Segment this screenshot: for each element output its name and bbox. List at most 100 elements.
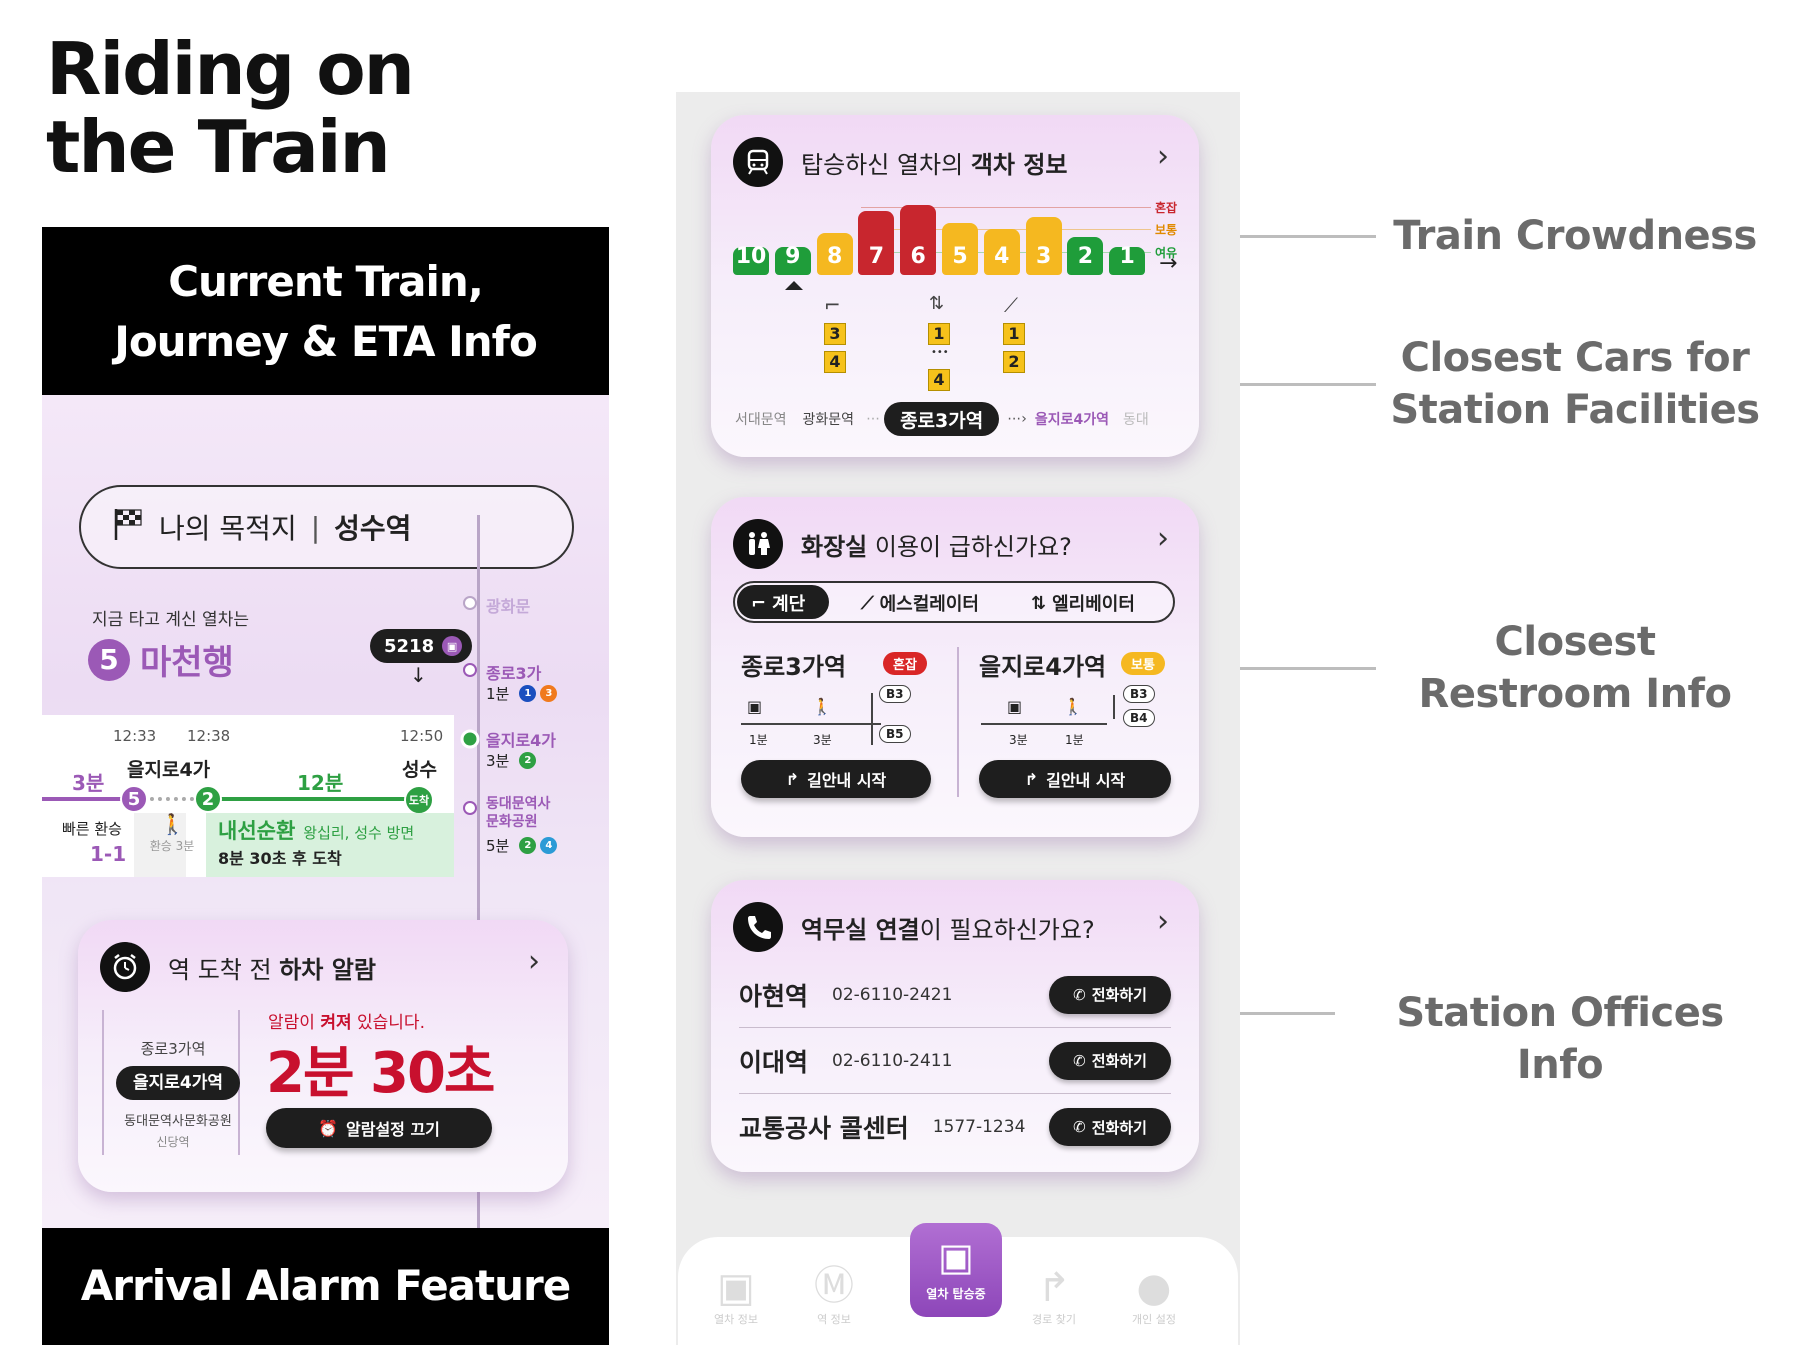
callout-restroom: Closest Restroom Info [1418,619,1732,717]
train-floor-badge: B5 [879,725,911,743]
walk-icon: 🚶 [812,697,832,716]
station-name: 동대문역사 문화공원 [486,796,551,830]
chevron-right-icon[interactable]: › [1157,139,1169,174]
alarm-clock-icon [100,942,150,992]
tab-station-info[interactable]: Ⓜ 역 정보 [794,1253,874,1327]
elevator-icon: ⇅ [1031,592,1047,614]
line2-badge: 2 [519,837,537,854]
tab-elevator[interactable]: ⇅ 엘리베이터 [1031,583,1135,623]
destination-field[interactable]: 나의 목적지 | 성수역 [79,485,574,569]
alarm-countdown: 2분 30초 [266,1041,495,1106]
metro-icon: Ⓜ [814,1263,854,1309]
phone-icon: ✆ [1073,1051,1086,1070]
train-icon: ▣ [1007,697,1023,716]
chevron-right-icon[interactable]: › [528,944,540,979]
station-strip: 서대문역 광화문역 ⋯ 종로3가역 ⋯› 을지로4가역 동대 [735,401,1175,437]
line3-badge: 3 [540,685,558,702]
arrival-node: 도착 [404,785,434,815]
arrival-alarm-card: 역 도착 전 하차 알람 › 종로3가역 을지로4가역 동대문역사문화공원 신당… [78,920,568,1192]
section-band-journey: Current Train, Journey & ETA Info [42,227,609,395]
call-button[interactable]: ✆ 전화하기 [1049,975,1171,1014]
station-name: 종로3가 [486,664,542,683]
alarm-off-button[interactable]: ⏰ 알람설정 끄기 [266,1108,492,1148]
current-train-label: 지금 타고 계신 열차는 [92,610,249,630]
train-icon [733,137,783,187]
chevron-right-icon[interactable]: › [1157,904,1169,939]
person-icon: ● [1136,1265,1172,1311]
navigate-start-button[interactable]: ↱ 길안내 시작 [741,760,931,798]
alarm-icon: ⏰ [318,1118,339,1138]
navigate-start-button[interactable]: ↱ 길안내 시작 [979,760,1171,798]
line2-segment [204,797,414,801]
train-car-9: 9 [774,244,811,275]
phone-icon: ✆ [1073,985,1086,1004]
restroom-icon [733,519,783,569]
line5-node: 5 [120,785,148,813]
restroom-floor-badge: B3 [1123,685,1155,703]
journey-panel: 나의 목적지 | 성수역 지금 타고 계신 열차는 5 마천행 5218 ▣ ↓… [42,395,609,1230]
restroom-title: 화장실 이용이 급하신가요? [801,533,1072,561]
train-floor-badge: B4 [1123,709,1155,727]
stairs-icon: ⌐ [824,293,841,317]
station-name: 광화문 [486,597,531,616]
list-item: 아현역 02-6110-2421 ✆ 전화하기 [739,962,1171,1028]
train-car-6: 6 [900,205,937,275]
tab-stairs[interactable]: ⌐ 계단 [751,583,805,623]
stairs-icon: ⌐ [751,592,767,614]
alarm-title: 역 도착 전 하차 알람 [168,956,376,984]
tab-route-search[interactable]: ↱ 경로 찾기 [1014,1265,1094,1327]
line5-segment [42,797,132,801]
train-car-8: 8 [816,233,853,275]
station-dot [462,595,478,615]
current-car-marker [785,281,803,290]
turn-arrow-icon: ↱ [1024,769,1039,789]
crowd-badge: 보통 [1121,652,1165,675]
section-band-alarm: Arrival Alarm Feature [42,1228,609,1345]
callout-offices: Station Offices Info [1396,990,1724,1088]
station-dot [462,800,478,820]
elevator-icon: ⇅ [929,293,945,314]
turn-arrow-icon: ↱ [1037,1265,1071,1311]
tab-train-info[interactable]: ▣ 열차 정보 [696,1265,776,1327]
train-direction: 마천행 [140,643,234,683]
train-car-2: 2 [1067,237,1104,275]
direction-arrow-icon: → [1159,251,1178,276]
alarm-target-station: 을지로4가역 [116,1066,240,1100]
walk-icon: 🚶 [160,812,185,836]
chevron-right-icon[interactable]: › [1157,521,1169,556]
current-train: 5 마천행 [88,635,234,684]
tab-settings[interactable]: ● 개인 설정 [1114,1265,1194,1327]
call-button[interactable]: ✆ 전화하기 [1049,1108,1171,1146]
list-item: 교통공사 콜센터 1577-1234 ✆ 전화하기 [739,1094,1171,1160]
crowd-card: 탑승하신 열차의 객차 정보 › 혼잡 보통 여유 10 9 8 7 6 5 4 3 2 1 → … [711,115,1199,457]
station-name: 을지로4가 [486,731,557,750]
page-title: Riding on the Train [46,27,415,189]
onboard-panel: 탑승하신 열차의 객차 정보 › 혼잡 보통 여유 10 9 8 7 6 5 4 3 2 1 → … [676,92,1240,1345]
train-number-badge: 5218 ▣ [370,629,473,663]
station-office-card: 역무실 연결이 필요하신가요? › 아현역 02-6110-2421 ✆ 전화하기… [711,880,1199,1172]
current-station-pill: 종로3가역 [884,402,1000,436]
phone-icon [733,902,783,952]
train-icon: ▣ [747,697,763,716]
tab-escalator[interactable]: ⟋ 에스컬레이터 [861,583,979,623]
tab-bar: ▣ 열차 정보 Ⓜ 역 정보 ▣ 열차 탑승중 ↱ 경로 찾기 ● 개인 설정 [678,1223,1238,1345]
destination-value: 성수역 [334,512,412,545]
train-icon: ▣ [717,1265,755,1311]
train-car-10: 10 [733,244,769,275]
train-car-5: 5 [942,223,978,275]
current-station-dot [460,729,480,753]
turn-arrow-icon: ↱ [785,769,800,789]
train-icon: ▣ [442,636,463,656]
train-car-7: 7 [858,211,895,275]
checkered-flag-icon [113,507,145,548]
escalator-icon: ⟋ [861,592,874,614]
train-car-3: 3 [1025,217,1062,275]
line2-node: 2 [194,785,222,813]
callout-crowd: Train Crowdness [1393,213,1757,259]
crowd-title: 탑승하신 열차의 객차 정보 [801,151,1068,179]
line4-badge: 4 [540,837,558,854]
line2-badge: 2 [519,752,537,769]
tab-on-board[interactable]: ▣ 열차 탑승중 [910,1223,1002,1317]
call-button[interactable]: ✆ 전화하기 [1049,1041,1171,1080]
facility-filter-tabs: ⌐ 계단 ⟋ 에스컬레이터 ⇅ 엘리베이터 [733,581,1175,623]
